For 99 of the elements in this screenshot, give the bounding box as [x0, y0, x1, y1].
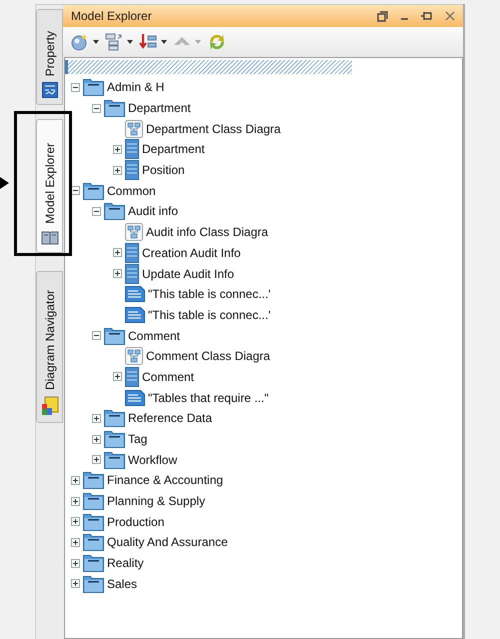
expand-toggle[interactable] [92, 434, 101, 444]
folder-icon [83, 512, 104, 531]
pointer-arrow-icon [0, 177, 9, 189]
plus-icon [114, 146, 121, 153]
tree-item[interactable]: Update Audit Info [141, 266, 234, 281]
folder-icon [83, 574, 104, 593]
folder-icon [104, 326, 125, 345]
folder-icon [83, 533, 104, 552]
folder-icon [83, 492, 104, 510]
dropdown-caret[interactable] [161, 40, 167, 44]
side-tab[interactable]: Property [36, 9, 63, 105]
book-icon [40, 230, 58, 246]
tree-item[interactable]: Audit info [127, 204, 178, 218]
collapse-toggle[interactable] [71, 82, 80, 92]
diagram-icon [125, 120, 143, 138]
folder-icon [83, 554, 104, 572]
plus-icon [93, 456, 100, 464]
tree-item[interactable]: Common [106, 184, 156, 198]
expand-toggle[interactable] [113, 372, 122, 382]
expand-toggle[interactable] [113, 166, 122, 175]
expand-toggle[interactable] [113, 269, 122, 278]
tree-item[interactable]: Creation Audit Info [141, 246, 241, 260]
folder-icon [104, 202, 125, 220]
diagram-icon [125, 347, 143, 366]
plus-icon [72, 476, 79, 484]
tree-item[interactable]: "This table is connec...' [147, 308, 271, 322]
plus-icon [93, 414, 100, 422]
tree-item[interactable]: Department [141, 142, 205, 156]
expand-toggle[interactable] [113, 144, 122, 154]
folder-icon [104, 450, 125, 469]
expand-toggle[interactable] [71, 517, 80, 526]
tree-item[interactable]: Finance & Accounting [106, 473, 224, 488]
table-icon [125, 366, 139, 387]
expand-toggle[interactable] [71, 558, 80, 568]
expand-toggle[interactable] [71, 476, 80, 485]
tree-item[interactable]: Planning & Supply [106, 494, 206, 508]
note-icon [125, 390, 145, 406]
collapse-toggle[interactable] [92, 331, 101, 340]
panel-title: Model Explorer [71, 9, 153, 23]
tree-item[interactable]: Admin & H [106, 80, 164, 94]
tree-item[interactable]: Department [127, 101, 191, 116]
expand-toggle[interactable] [71, 496, 80, 506]
tree-item[interactable]: Comment Class Diagra [145, 349, 270, 364]
folder-icon [104, 430, 125, 448]
folder-icon [83, 182, 104, 200]
collapse-toggle[interactable] [92, 206, 101, 216]
tree-item[interactable]: "Tables that require ..." [147, 390, 269, 405]
tree-item[interactable]: Comment [127, 328, 180, 343]
plus-icon [114, 166, 121, 174]
side-tab[interactable]: Diagram Navigator [36, 271, 63, 423]
folder-icon [83, 471, 104, 490]
plus-icon [72, 580, 79, 588]
tree-item[interactable]: Sales [106, 576, 138, 591]
sort-icon[interactable] [139, 33, 157, 51]
table-icon [125, 264, 139, 284]
tree-item[interactable]: Department Class Diagra [145, 122, 281, 136]
expand-toggle[interactable] [92, 455, 101, 464]
navigator-icon [40, 396, 58, 416]
collapse-toggle[interactable] [92, 104, 101, 113]
tree-item[interactable]: Comment [141, 370, 194, 384]
plus-icon [93, 436, 100, 443]
folder-icon [104, 409, 125, 428]
plus-icon [114, 270, 121, 278]
plus-icon [72, 518, 79, 526]
tree-item[interactable]: Reality [106, 556, 144, 570]
pin-icon[interactable] [421, 11, 433, 21]
plus-icon [72, 498, 79, 505]
folder-icon [104, 99, 125, 118]
expand-toggle[interactable] [113, 248, 122, 258]
tree-item[interactable]: "This table is connec...' [147, 287, 271, 302]
tree-item[interactable]: Reference Data [127, 411, 212, 426]
table-icon [125, 139, 139, 160]
diagram-icon [125, 223, 143, 242]
tree-item[interactable]: Production [106, 514, 164, 529]
note-icon [125, 306, 145, 323]
plus-icon [72, 560, 79, 567]
tree-item[interactable]: Position [141, 163, 185, 178]
table-icon [125, 160, 139, 180]
plus-icon [114, 249, 121, 256]
folder-icon [83, 78, 104, 96]
restore-icon[interactable] [377, 10, 388, 22]
hierarchy-icon[interactable] [105, 33, 123, 51]
tree-item[interactable]: Audit info Class Diagra [145, 225, 268, 240]
expand-toggle[interactable] [71, 579, 80, 588]
note-icon [125, 286, 145, 302]
side-tab[interactable]: Model Explorer [36, 119, 63, 253]
dropdown-caret[interactable] [93, 40, 99, 44]
expand-toggle[interactable] [71, 538, 80, 547]
dropdown-caret[interactable] [127, 40, 133, 44]
sphere-icon[interactable] [71, 33, 89, 51]
property-icon [42, 82, 58, 98]
table-icon [125, 242, 139, 263]
plus-icon [114, 373, 121, 380]
close-icon[interactable] [445, 11, 455, 21]
plus-icon [72, 538, 79, 546]
expand-toggle[interactable] [92, 414, 101, 423]
tree-item[interactable]: Workflow [127, 452, 178, 467]
tree-item[interactable]: Tag [127, 432, 148, 446]
tree-item[interactable]: Quality And Assurance [106, 535, 228, 550]
